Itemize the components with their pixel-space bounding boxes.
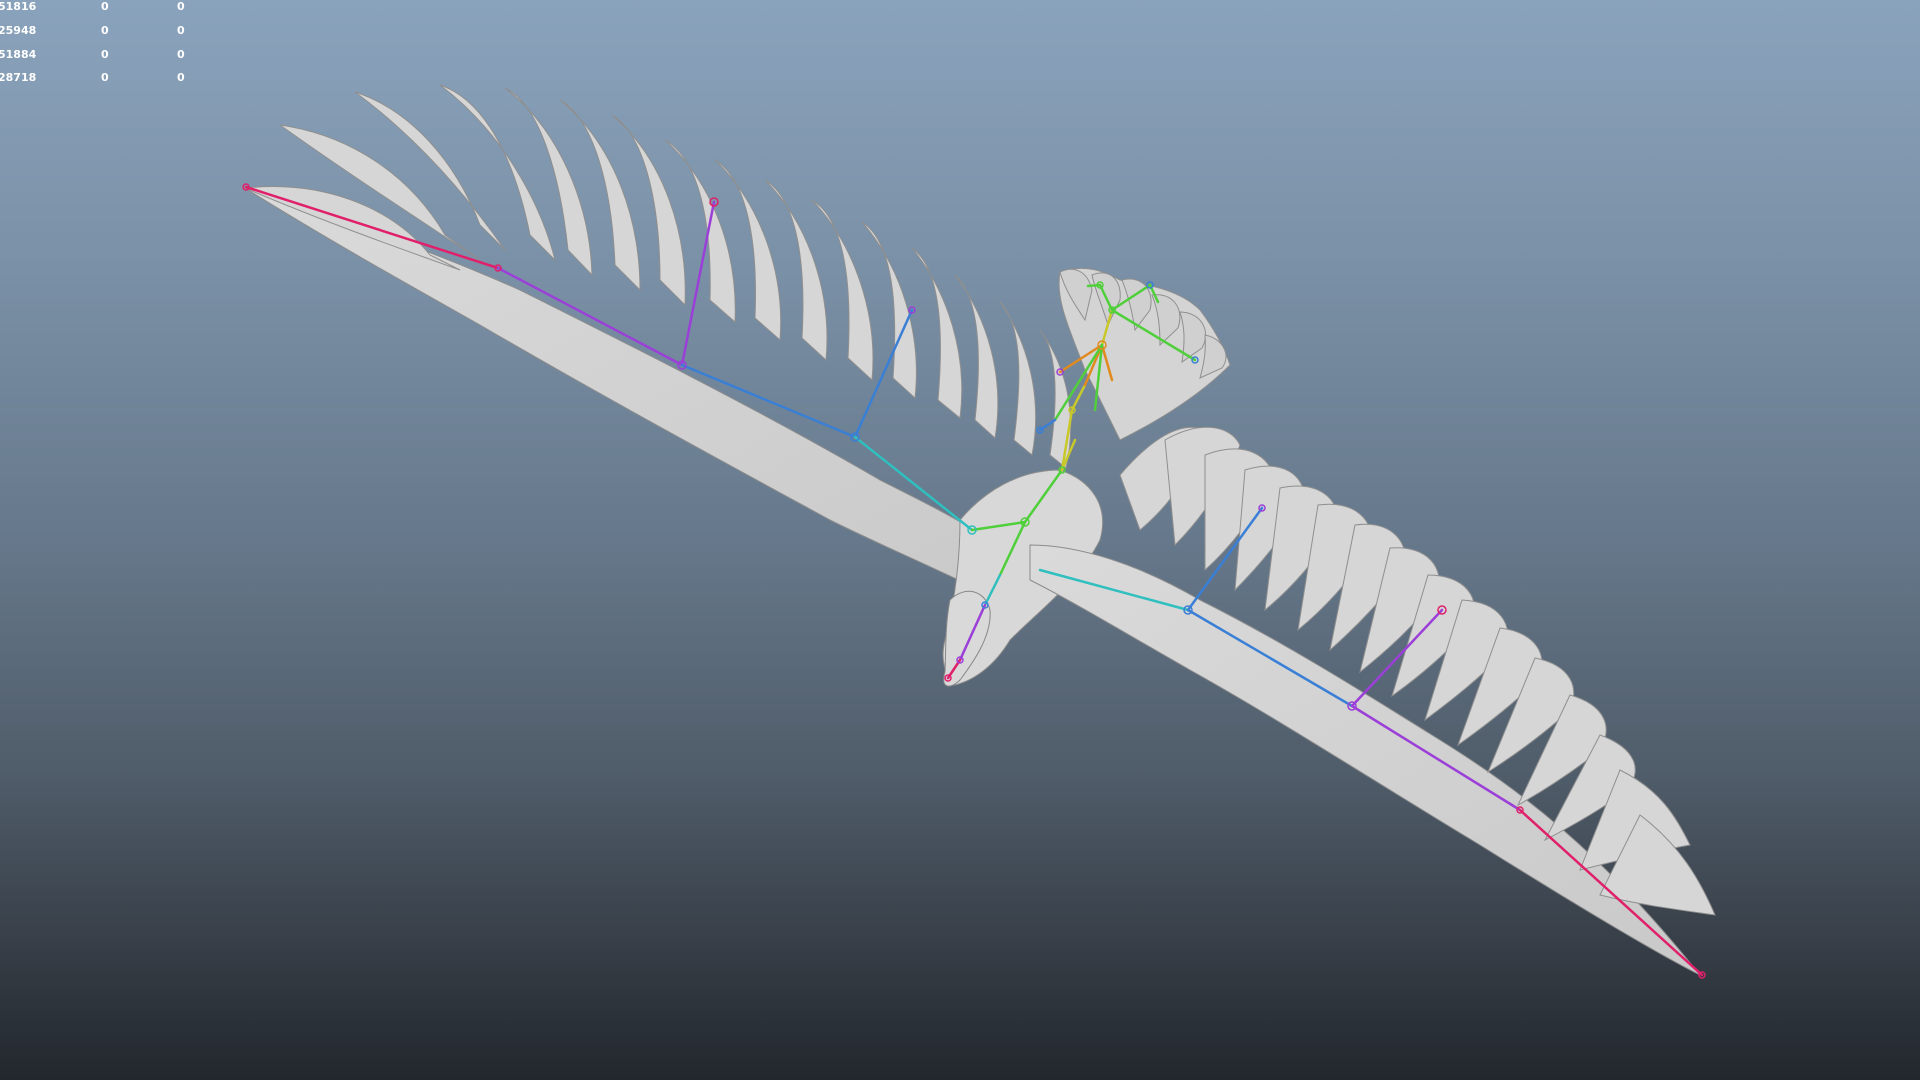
hud-value: 51816 bbox=[0, 0, 37, 13]
hud-triangles: 0 bbox=[177, 71, 185, 84]
poly-count-hud: 51816 0 0 25948 0 0 51884 0 0 28718 0 0 bbox=[0, 0, 200, 90]
hud-value: 51884 bbox=[0, 48, 37, 61]
hud-selected: 0 bbox=[101, 71, 109, 84]
hud-triangles: 0 bbox=[177, 0, 185, 13]
hud-selected: 0 bbox=[101, 48, 109, 61]
hud-row: 51816 0 0 bbox=[0, 0, 200, 20]
hud-triangles: 0 bbox=[177, 48, 185, 61]
hud-row: 51884 0 0 bbox=[0, 48, 200, 68]
left-wing-mesh bbox=[244, 187, 1041, 601]
eagle-model[interactable] bbox=[0, 0, 1920, 1080]
hud-value: 25948 bbox=[0, 24, 37, 37]
3d-viewport[interactable]: 51816 0 0 25948 0 0 51884 0 0 28718 0 0 bbox=[0, 0, 1920, 1080]
hud-row: 25948 0 0 bbox=[0, 24, 200, 44]
hud-selected: 0 bbox=[101, 0, 109, 13]
hud-value: 28718 bbox=[0, 71, 37, 84]
hud-triangles: 0 bbox=[177, 24, 185, 37]
hud-row: 28718 0 0 bbox=[0, 71, 200, 91]
hud-selected: 0 bbox=[101, 24, 109, 37]
